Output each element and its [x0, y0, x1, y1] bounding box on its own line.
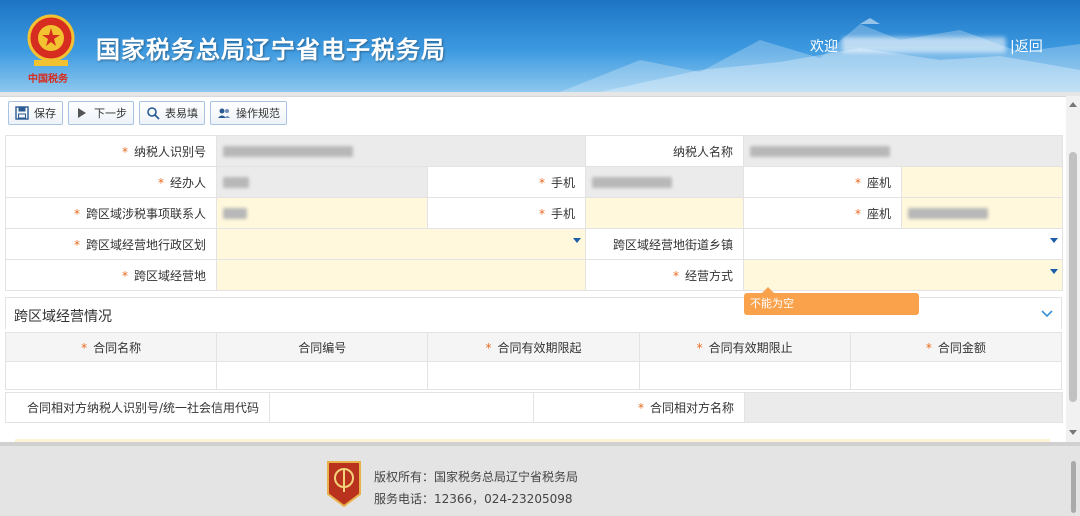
taxpayer-id-label: * 纳税人识别号 [5, 135, 217, 167]
username-redacted [842, 37, 1006, 53]
landline-label: * 座机 [743, 166, 902, 198]
main-content: 保存 下一步 表易填 操作规范 * 纳税人识别号 纳税人名称 * 经办人 * 手机 [0, 96, 1080, 443]
play-icon [78, 108, 86, 118]
landline2-label: * 座机 [743, 197, 902, 229]
save-icon [15, 106, 29, 120]
next-step-button[interactable]: 下一步 [68, 101, 134, 125]
handler-label: * 经办人 [5, 166, 217, 198]
mode-label: * 经营方式 [585, 259, 744, 291]
site-title: 国家税务总局辽宁省电子税务局 [96, 36, 446, 64]
region-select[interactable] [216, 228, 586, 260]
contract-table: * 合同名称 合同编号 * 合同有效期限起 * 合同有效期限止 * 合同金额 [4, 332, 1063, 390]
mode-select[interactable] [743, 259, 1063, 291]
counterparty-id-label: 合同相对方纳税人识别号/统一社会信用代码 [5, 392, 270, 423]
required-mark: * [81, 340, 88, 355]
footer-scrollbar[interactable] [1071, 461, 1076, 513]
landline2-input[interactable] [901, 197, 1063, 229]
chevron-down-icon [1050, 269, 1058, 274]
next-label: 下一步 [94, 107, 127, 120]
scroll-up-icon[interactable] [1069, 102, 1077, 107]
contract-number-cell[interactable] [216, 361, 429, 390]
street-label: 跨区域经营地街道乡镇 [585, 228, 744, 260]
mobile-label: * 手机 [427, 166, 586, 198]
required-mark: * [925, 340, 932, 355]
chevron-down-icon [1050, 238, 1058, 243]
taxpayer-id-value [216, 135, 586, 167]
welcome-text: 欢迎 [810, 39, 838, 55]
contract-header-3: * 合同有效期限止 [638, 332, 851, 362]
scroll-thumb[interactable] [1069, 152, 1077, 402]
chevron-down-icon [573, 238, 581, 243]
save-button[interactable]: 保存 [8, 101, 63, 125]
contract-header-label: 合同编号 [298, 340, 347, 355]
users-icon [218, 108, 230, 118]
quick-fill-button[interactable]: 表易填 [139, 101, 205, 125]
contract-end-cell[interactable] [638, 361, 851, 390]
required-mark: * [696, 340, 703, 355]
cross-contact-input[interactable] [216, 197, 428, 229]
tax-badge-icon [327, 461, 361, 508]
contract-header-2: * 合同有效期限起 [427, 332, 640, 362]
guide-label: 操作规范 [236, 107, 280, 120]
mobile2-input[interactable] [585, 197, 744, 229]
location-label: * 跨区域经营地 [5, 259, 217, 291]
counterparty-name-input[interactable] [744, 392, 1063, 423]
operation-guide-button[interactable]: 操作规范 [210, 101, 287, 125]
scroll-down-icon[interactable] [1069, 430, 1077, 435]
contract-header-label: 合同有效期限止 [708, 340, 793, 355]
handler-input[interactable] [216, 166, 428, 198]
counterparty-table: 合同相对方纳税人识别号/统一社会信用代码 * 合同相对方名称 [5, 392, 1063, 423]
counterparty-name-label: * 合同相对方名称 [533, 392, 745, 423]
table-row [4, 361, 1063, 390]
contract-header-1: 合同编号 [216, 332, 429, 362]
mobile2-label: * 手机 [427, 197, 586, 229]
service-phone-text: 服务电话：12366，024-23205098 [374, 492, 573, 506]
contract-start-cell[interactable] [427, 361, 640, 390]
contract-header-0: * 合同名称 [4, 332, 218, 362]
quick-fill-label: 表易填 [165, 107, 198, 120]
taxpayer-name-label: 纳税人名称 [585, 135, 744, 167]
validation-tooltip: 不能为空 [744, 287, 919, 315]
street-select[interactable] [743, 228, 1063, 260]
contract-header-label: 合同名称 [93, 340, 142, 355]
back-link[interactable]: |返回 [1010, 36, 1043, 56]
search-icon [147, 107, 160, 120]
contract-header-4: * 合同金额 [849, 332, 1063, 362]
region-label: * 跨区域经营地行政区划 [5, 228, 217, 260]
copyright-text: 版权所有：国家税务总局辽宁省税务局 [374, 470, 579, 484]
save-label: 保存 [34, 107, 56, 120]
cross-contact-label: * 跨区域涉税事项联系人 [5, 197, 217, 229]
section-title: 跨区域经营情况 [14, 309, 112, 325]
location-input[interactable] [216, 259, 586, 291]
toolbar: 保存 下一步 表易填 操作规范 [8, 101, 287, 125]
taxpayer-form: * 纳税人识别号 纳税人名称 * 经办人 * 手机 * 座机 * 跨区域涉税事项联系人 *… [5, 135, 1063, 291]
contract-name-cell[interactable] [4, 361, 218, 390]
vertical-scrollbar[interactable] [1066, 96, 1080, 442]
landline-input[interactable] [901, 166, 1063, 198]
counterparty-id-input[interactable] [269, 392, 534, 423]
required-mark: * [485, 340, 492, 355]
emblem-caption: 中国税务 [28, 74, 68, 85]
header-banner: 中国税务 国家税务总局辽宁省电子税务局 欢迎 |返回 [0, 0, 1080, 92]
contract-header-label: 合同金额 [937, 340, 986, 355]
mobile-input[interactable] [585, 166, 744, 198]
chevron-down-icon[interactable] [1040, 307, 1054, 321]
footer: 版权所有：国家税务总局辽宁省税务局 服务电话：12366，024-2320509… [0, 442, 1080, 516]
taxpayer-name-value [743, 135, 1063, 167]
contract-amount-cell[interactable] [849, 361, 1063, 390]
contract-header-label: 合同有效期限起 [497, 340, 582, 355]
